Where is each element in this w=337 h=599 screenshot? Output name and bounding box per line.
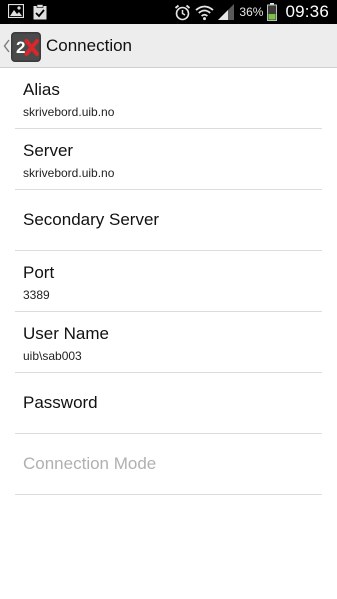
setting-title: Connection Mode xyxy=(23,454,157,473)
setting-summary: skrivebord.uib.no xyxy=(23,105,115,119)
setting-summary: uib\sab003 xyxy=(23,349,82,363)
setting-summary: skrivebord.uib.no xyxy=(23,166,115,180)
clipboard-check-icon xyxy=(33,4,47,20)
setting-secondary-server[interactable]: Secondary Server xyxy=(15,190,322,251)
battery-percent: 36% xyxy=(239,5,264,19)
app-logo-2x-icon: 2 xyxy=(11,32,41,62)
setting-title: Password xyxy=(23,393,98,412)
clock: 09:36 xyxy=(285,2,329,21)
system-icons: 36% 09:36 xyxy=(174,0,329,24)
page-title: Connection xyxy=(46,36,133,55)
status-bar: 36% 09:36 xyxy=(0,0,337,24)
notification-icons xyxy=(8,4,47,20)
setting-port[interactable]: Port 3389 xyxy=(15,251,322,312)
chevron-left-icon xyxy=(3,39,10,53)
up-navigation-button[interactable]: 2 xyxy=(0,24,44,67)
setting-title: Secondary Server xyxy=(23,210,160,229)
signal-icon xyxy=(218,4,235,20)
setting-title: User Name xyxy=(23,324,109,343)
setting-user-name[interactable]: User Name uib\sab003 xyxy=(15,312,322,373)
setting-title: Server xyxy=(23,141,74,160)
svg-text:2: 2 xyxy=(16,38,25,57)
alarm-clock-icon xyxy=(175,4,191,20)
screen: 36% 09:36 2 Connection Alias skrivebord.… xyxy=(0,0,337,599)
gallery-icon xyxy=(8,4,24,18)
setting-password[interactable]: Password xyxy=(15,373,322,434)
settings-list: Alias skrivebord.uib.no Server skrivebor… xyxy=(0,68,337,495)
setting-summary: 3389 xyxy=(23,288,50,302)
wifi-icon xyxy=(195,5,214,20)
setting-server[interactable]: Server skrivebord.uib.no xyxy=(15,129,322,190)
battery-icon xyxy=(267,3,278,21)
setting-title: Port xyxy=(23,263,55,282)
action-bar: 2 Connection xyxy=(0,24,337,68)
setting-connection-mode: Connection Mode xyxy=(15,434,322,495)
setting-alias[interactable]: Alias skrivebord.uib.no xyxy=(15,68,322,129)
setting-title: Alias xyxy=(23,80,60,99)
